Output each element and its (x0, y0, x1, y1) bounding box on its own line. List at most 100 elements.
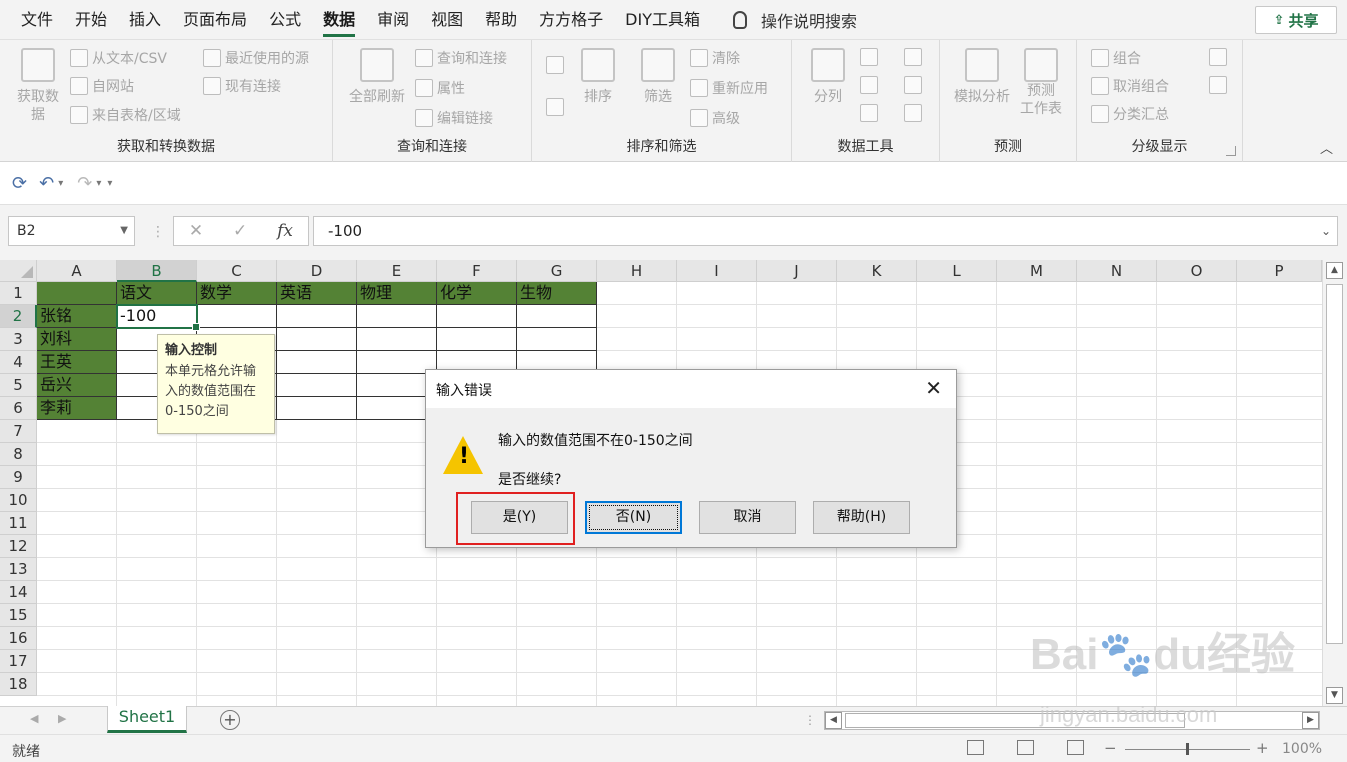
prev-sheet-icon[interactable]: ◀ (30, 712, 38, 725)
normal-view-icon[interactable] (967, 740, 984, 755)
splitter-icon[interactable]: ⋮ (151, 224, 165, 240)
col-header-n[interactable]: N (1077, 260, 1157, 282)
data-cell[interactable] (437, 328, 517, 351)
chevron-down-icon[interactable]: ▼ (120, 217, 128, 245)
tab-help[interactable]: 帮助 (474, 0, 528, 40)
help-button[interactable]: 帮助(H) (813, 501, 910, 534)
scroll-right-icon[interactable]: ▶ (1302, 712, 1319, 729)
dialog-titlebar[interactable]: 输入错误 ✕ (426, 370, 956, 408)
data-cell[interactable] (357, 305, 437, 328)
properties-button[interactable]: 属性 (415, 78, 465, 98)
data-model-button[interactable] (904, 104, 926, 122)
redo-dropdown-icon[interactable]: ▾ (96, 178, 101, 189)
col-header-b[interactable]: B (117, 260, 197, 282)
cell-d1[interactable]: 英语 (277, 282, 357, 305)
formula-input[interactable]: -100 ⌄ (313, 216, 1338, 246)
existing-connections-button[interactable]: 现有连接 (203, 76, 281, 96)
flash-fill-button[interactable] (860, 48, 882, 66)
row-header-12[interactable]: 12 (0, 535, 37, 558)
col-header-m[interactable]: M (997, 260, 1077, 282)
tell-me-search[interactable]: 操作说明搜索 (732, 8, 857, 32)
refresh-all-button[interactable]: 全部刷新 (345, 48, 409, 106)
remove-duplicates-button[interactable] (860, 76, 882, 94)
row-header-9[interactable]: 9 (0, 466, 37, 489)
cell-a6[interactable]: 李莉 (37, 397, 117, 420)
tab-home[interactable]: 开始 (64, 0, 118, 40)
tab-fangfang[interactable]: 方方格子 (528, 0, 614, 40)
cell-a2[interactable]: 张铭 (37, 305, 117, 328)
row-header-5[interactable]: 5 (0, 374, 37, 397)
scroll-up-icon[interactable]: ▲ (1326, 262, 1343, 279)
col-header-f[interactable]: F (437, 260, 517, 282)
row-header-1[interactable]: 1 (0, 282, 37, 305)
row-header-2[interactable]: 2 (0, 305, 37, 328)
row-header-7[interactable]: 7 (0, 420, 37, 443)
relationships-button[interactable] (904, 76, 926, 94)
recent-sources-button[interactable]: 最近使用的源 (203, 48, 309, 68)
insert-function-icon[interactable]: fx (277, 221, 293, 241)
row-header-13[interactable]: 13 (0, 558, 37, 581)
autosave-icon[interactable]: ⟳ (12, 173, 27, 194)
reapply-button[interactable]: 重新应用 (690, 78, 768, 98)
col-header-e[interactable]: E (357, 260, 437, 282)
edit-links-button[interactable]: 编辑链接 (415, 108, 493, 128)
col-header-a[interactable]: A (37, 260, 117, 282)
col-header-c[interactable]: C (197, 260, 277, 282)
cell-a1[interactable] (37, 282, 117, 305)
row-header-11[interactable]: 11 (0, 512, 37, 535)
col-header-k[interactable]: K (837, 260, 917, 282)
col-header-i[interactable]: I (677, 260, 757, 282)
cancel-button[interactable]: 取消 (699, 501, 796, 534)
cell-a3[interactable]: 刘科 (37, 328, 117, 351)
row-header-4[interactable]: 4 (0, 351, 37, 374)
cell-a4[interactable]: 王英 (37, 351, 117, 374)
cell-g1[interactable]: 生物 (517, 282, 597, 305)
col-header-j[interactable]: J (757, 260, 837, 282)
cell-b1[interactable]: 语文 (117, 282, 197, 305)
cancel-icon[interactable]: ✕ (189, 221, 203, 241)
tab-page-layout[interactable]: 页面布局 (172, 0, 258, 40)
from-text-csv-button[interactable]: 从文本/CSV (70, 48, 167, 68)
data-cell[interactable] (277, 374, 357, 397)
what-if-button[interactable]: 模拟分析 (950, 48, 1014, 106)
group-button[interactable]: 组合 (1091, 48, 1141, 68)
sheet-tab-sheet1[interactable]: Sheet1 (107, 706, 187, 733)
data-cell[interactable] (357, 328, 437, 351)
filter-button[interactable]: 筛选 (636, 48, 680, 106)
clear-filter-button[interactable]: 清除 (690, 48, 740, 68)
data-validation-button[interactable] (860, 104, 882, 122)
data-cell[interactable] (277, 397, 357, 420)
dialog-launcher-icon[interactable] (1226, 146, 1236, 156)
share-button[interactable]: ⇪ 共享 (1255, 6, 1337, 34)
col-header-d[interactable]: D (277, 260, 357, 282)
name-box[interactable]: B2 ▼ (8, 216, 135, 246)
row-header-15[interactable]: 15 (0, 604, 37, 627)
col-header-l[interactable]: L (917, 260, 997, 282)
zoom-in-icon[interactable]: + (1256, 739, 1269, 757)
tab-insert[interactable]: 插入 (118, 0, 172, 40)
sort-button[interactable]: 排序 (576, 48, 620, 106)
customize-qat-icon[interactable]: ▾ (107, 178, 112, 189)
cell-c1[interactable]: 数学 (197, 282, 277, 305)
zoom-out-icon[interactable]: − (1104, 739, 1117, 757)
data-cell[interactable] (277, 351, 357, 374)
splitter-icon[interactable]: ⋮ (804, 713, 816, 727)
row-header-10[interactable]: 10 (0, 489, 37, 512)
next-sheet-icon[interactable]: ▶ (58, 712, 66, 725)
tab-file[interactable]: 文件 (10, 0, 64, 40)
tab-view[interactable]: 视图 (420, 0, 474, 40)
consolidate-button[interactable] (904, 48, 926, 66)
tab-formulas[interactable]: 公式 (258, 0, 312, 40)
scroll-thumb[interactable] (1326, 284, 1343, 644)
text-to-columns-button[interactable]: 分列 (806, 48, 850, 106)
zoom-slider-knob[interactable] (1186, 743, 1189, 755)
sort-desc-button[interactable] (546, 98, 568, 116)
cell-a5[interactable]: 岳兴 (37, 374, 117, 397)
confirm-icon[interactable]: ✓ (233, 221, 247, 241)
page-break-view-icon[interactable] (1067, 740, 1084, 755)
data-cell[interactable] (197, 305, 277, 328)
expand-formula-icon[interactable]: ⌄ (1321, 217, 1331, 245)
data-cell[interactable] (437, 305, 517, 328)
no-button[interactable]: 否(N) (585, 501, 682, 534)
queries-connections-button[interactable]: 查询和连接 (415, 48, 507, 68)
